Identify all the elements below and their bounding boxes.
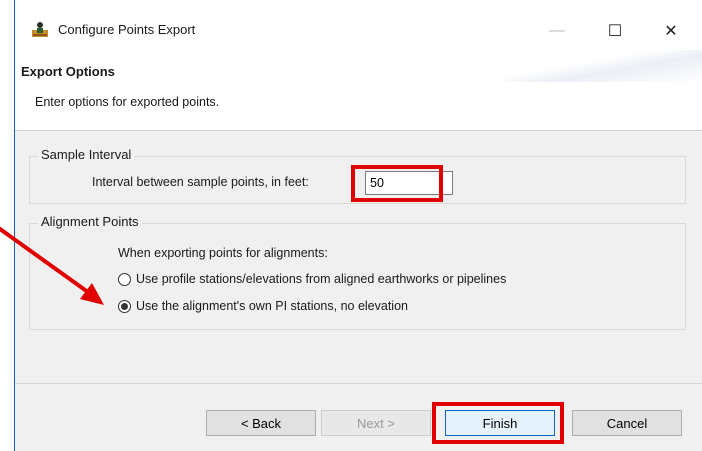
title-bar: Configure Points Export — ☐ ✕ xyxy=(15,0,702,50)
interval-input[interactable] xyxy=(365,171,453,195)
minimize-button[interactable]: — xyxy=(534,12,580,50)
page-title: Export Options xyxy=(21,64,115,79)
window-title: Configure Points Export xyxy=(58,22,196,37)
figure-app-icon xyxy=(32,22,48,37)
back-button[interactable]: < Back xyxy=(206,410,316,436)
maximize-icon: ☐ xyxy=(607,23,623,40)
next-button[interactable]: Next > xyxy=(321,410,431,436)
alignment-points-legend: Alignment Points xyxy=(38,214,142,229)
radio-checked-icon xyxy=(118,299,131,313)
wizard-header: Export Options Enter options for exporte… xyxy=(15,50,702,131)
header-banner-graphic xyxy=(502,50,702,82)
cancel-button[interactable]: Cancel xyxy=(572,410,682,436)
minimize-icon: — xyxy=(549,22,565,39)
radio-pi-stations[interactable]: Use the alignment's own PI stations, no … xyxy=(118,299,408,313)
radio-label: Use profile stations/elevations from ali… xyxy=(136,272,507,286)
dialog-window: Configure Points Export — ☐ ✕ Export Opt… xyxy=(14,0,702,451)
sample-interval-legend: Sample Interval xyxy=(38,147,135,162)
finish-button[interactable]: Finish xyxy=(445,410,555,436)
interval-label: Interval between sample points, in feet: xyxy=(92,175,309,189)
alignment-prompt: When exporting points for alignments: xyxy=(118,246,328,260)
sample-interval-group: Sample Interval Interval between sample … xyxy=(29,147,686,204)
alignment-points-group: Alignment Points When exporting points f… xyxy=(29,214,686,330)
radio-label: Use the alignment's own PI stations, no … xyxy=(136,299,408,313)
radio-unchecked-icon xyxy=(118,272,131,286)
radio-profile-stations[interactable]: Use profile stations/elevations from ali… xyxy=(118,272,506,286)
close-button[interactable]: ✕ xyxy=(648,12,694,50)
maximize-button[interactable]: ☐ xyxy=(592,12,638,50)
close-icon: ✕ xyxy=(664,23,678,40)
page-description: Enter options for exported points. xyxy=(35,95,220,109)
footer-separator xyxy=(15,383,702,384)
